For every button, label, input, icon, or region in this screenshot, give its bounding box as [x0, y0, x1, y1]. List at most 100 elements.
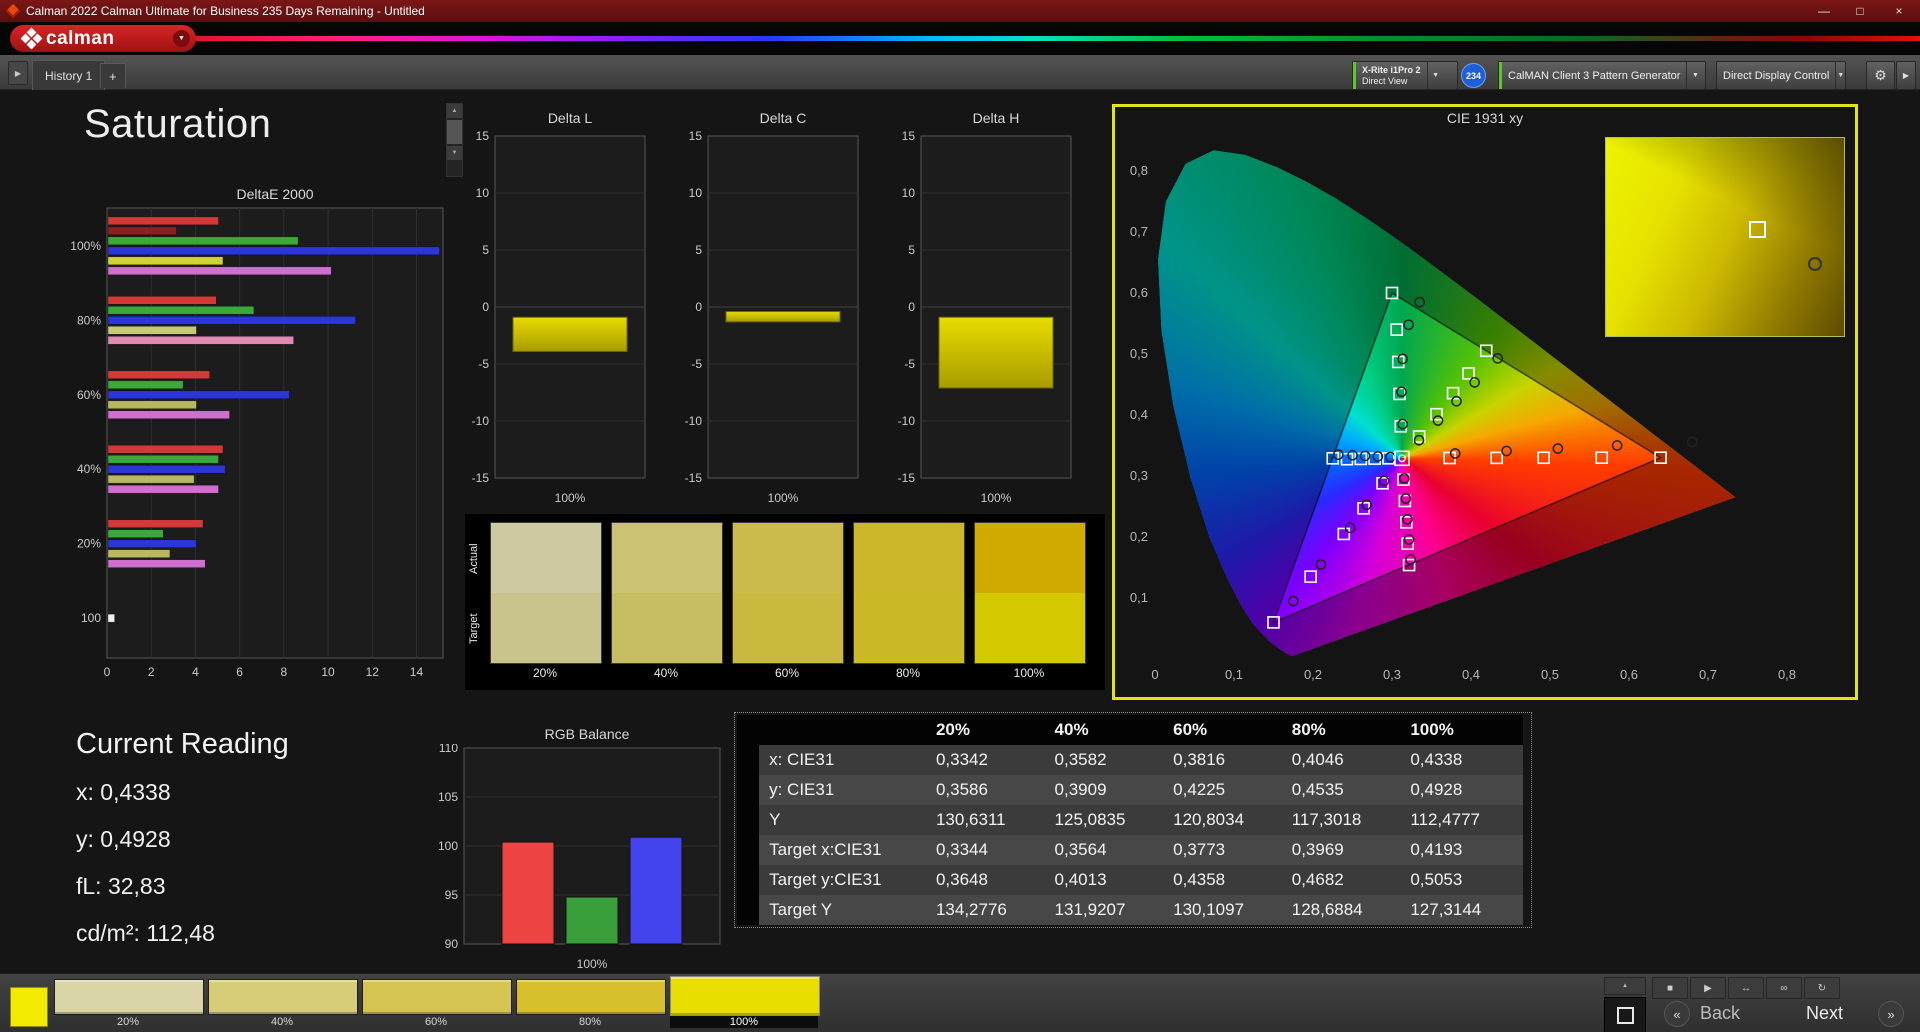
delta-h-title: Delta H [921, 110, 1071, 126]
actual-color [612, 523, 722, 593]
rgb-bar-blue [630, 837, 682, 944]
svg-text:0: 0 [482, 300, 489, 314]
row-strip [737, 805, 759, 835]
rainbow-divider [150, 36, 1920, 41]
pattern-swatch-20%[interactable]: 20% [54, 977, 202, 1029]
stop-icon[interactable]: ■ [1652, 977, 1688, 999]
table-row: Y130,6311125,0835120,8034117,3018112,477… [737, 805, 1523, 835]
deltae-bar [108, 306, 254, 314]
rgb-x-label: 100% [577, 957, 608, 971]
actual-target-swatch-panel: Actual Target 20%40%60%80%100% [465, 514, 1105, 690]
deltae-bar [108, 257, 223, 265]
deltae-bar [108, 237, 298, 245]
actual-label: Actual [468, 524, 482, 594]
svg-text:12: 12 [366, 665, 380, 679]
svg-text:0,1: 0,1 [1225, 667, 1243, 682]
table-header-cell: 60% [1163, 715, 1282, 745]
table-cell: 0,3344 [926, 835, 1045, 865]
row-label: y: CIE31 [759, 775, 926, 805]
deltae-group-label: 100 [81, 611, 101, 625]
saturation-swatch-20% [490, 522, 602, 664]
link-icon[interactable]: ∞ [1766, 977, 1802, 999]
blackout-button[interactable] [1604, 997, 1646, 1032]
table-row: Target x:CIE310,33440,35640,37730,39690,… [737, 835, 1523, 865]
gear-icon[interactable]: ⚙ [1866, 61, 1895, 90]
pattern-color[interactable] [516, 979, 666, 1015]
svg-text:110: 110 [439, 744, 458, 755]
pattern-swatch-60%[interactable]: 60% [362, 977, 510, 1029]
svg-text:10: 10 [321, 665, 335, 679]
row-strip [737, 835, 759, 865]
delta-l-chart: 151050-5-10-15100% [455, 128, 655, 523]
collapse-panel-icon[interactable]: ▶ [1896, 61, 1916, 90]
svg-text:0: 0 [1151, 667, 1158, 682]
svg-text:0,6: 0,6 [1130, 285, 1148, 300]
pattern-swatch-100%[interactable]: 100% [670, 977, 818, 1029]
panel-toggle-button[interactable]: ▶ [8, 61, 28, 85]
tab-history-1[interactable]: History 1 [32, 60, 105, 90]
table-cell: 0,4193 [1400, 835, 1523, 865]
pattern-swatch-80%[interactable]: 80% [516, 977, 664, 1029]
close-button[interactable]: × [1878, 0, 1920, 22]
svg-text:90: 90 [445, 937, 459, 951]
chevron-down-icon[interactable]: ▼ [1686, 62, 1703, 89]
add-tab-button[interactable]: + [100, 63, 126, 88]
svg-text:0,3: 0,3 [1130, 468, 1148, 483]
svg-text:0,3: 0,3 [1383, 667, 1401, 682]
pattern-color[interactable] [670, 976, 820, 1016]
table-cell: 117,3018 [1282, 805, 1401, 835]
svg-text:0: 0 [695, 300, 702, 314]
toolbar: ▶ History 1 + X-Rite i1Pro 2 Direct View… [0, 55, 1920, 90]
saturation-swatch-40% [611, 522, 723, 664]
actual-color [491, 523, 601, 593]
display-control-dropdown[interactable]: Direct Display Control ▼ [1716, 61, 1846, 90]
pattern-swatch-40%[interactable]: 40% [208, 977, 356, 1029]
delta-x-label: 100% [768, 491, 799, 505]
pattern-source-dropdown[interactable]: CalMAN Client 3 Pattern Generator ▼ [1498, 61, 1706, 90]
next-chevron-icon[interactable]: » [1878, 1001, 1904, 1027]
chevron-down-icon[interactable]: ▼ [1427, 62, 1444, 89]
scroll-up-icon[interactable]: ▲ [1604, 977, 1646, 995]
deltae-bar [108, 371, 210, 379]
table-cell: 0,3773 [1163, 835, 1282, 865]
maximize-button[interactable]: □ [1842, 0, 1878, 22]
logo-menu-chevron-icon[interactable]: ▼ [173, 30, 190, 47]
deltae-bar [108, 227, 177, 235]
meter-dropdown[interactable]: X-Rite i1Pro 2 Direct View ▼ [1352, 61, 1458, 90]
cie-1931-panel: CIE 1931 xy 00,10,20,30,40,50,60,70,80,1… [1112, 104, 1858, 700]
back-chevron-icon[interactable]: « [1664, 1001, 1690, 1027]
loop-icon[interactable]: ↻ [1804, 977, 1840, 999]
fit-icon[interactable]: ↔ [1728, 977, 1764, 999]
pattern-color[interactable] [362, 979, 512, 1015]
minimize-button[interactable]: — [1806, 0, 1842, 22]
svg-text:-15: -15 [685, 471, 703, 485]
row-strip [737, 745, 759, 775]
chevron-down-icon[interactable]: ▼ [1835, 62, 1845, 89]
next-button[interactable]: Next [1806, 1003, 1843, 1024]
target-color [854, 593, 964, 663]
swatch-label: 20% [490, 666, 600, 680]
delta-h-chart: 151050-5-10-15100% [881, 128, 1081, 523]
svg-text:6: 6 [236, 665, 243, 679]
rgb-balance-title: RGB Balance [462, 726, 712, 742]
scroll-up-icon[interactable]: ▲ [447, 104, 462, 118]
pattern-label: 80% [516, 1016, 664, 1028]
table-cell: 0,4358 [1163, 865, 1282, 895]
svg-text:5: 5 [695, 243, 702, 257]
deltae-bar [108, 296, 216, 304]
title-bar: Calman 2022 Calman Ultimate for Business… [0, 0, 1920, 22]
app-icon [6, 4, 20, 18]
play-icon[interactable]: ▶ [1690, 977, 1726, 999]
table-cell: 0,3909 [1045, 775, 1164, 805]
svg-text:-15: -15 [472, 471, 490, 485]
calman-logo[interactable]: calman ▼ [10, 25, 196, 52]
back-button[interactable]: Back [1700, 1003, 1740, 1024]
pattern-label: 20% [54, 1016, 202, 1028]
pattern-color[interactable] [54, 979, 204, 1015]
svg-text:4: 4 [192, 665, 199, 679]
target-color [491, 593, 601, 663]
meter-status-badge: 234 [1461, 63, 1486, 88]
deltae-group-label: 40% [77, 462, 101, 476]
pattern-color[interactable] [208, 979, 358, 1015]
deltae-bar [108, 475, 194, 483]
